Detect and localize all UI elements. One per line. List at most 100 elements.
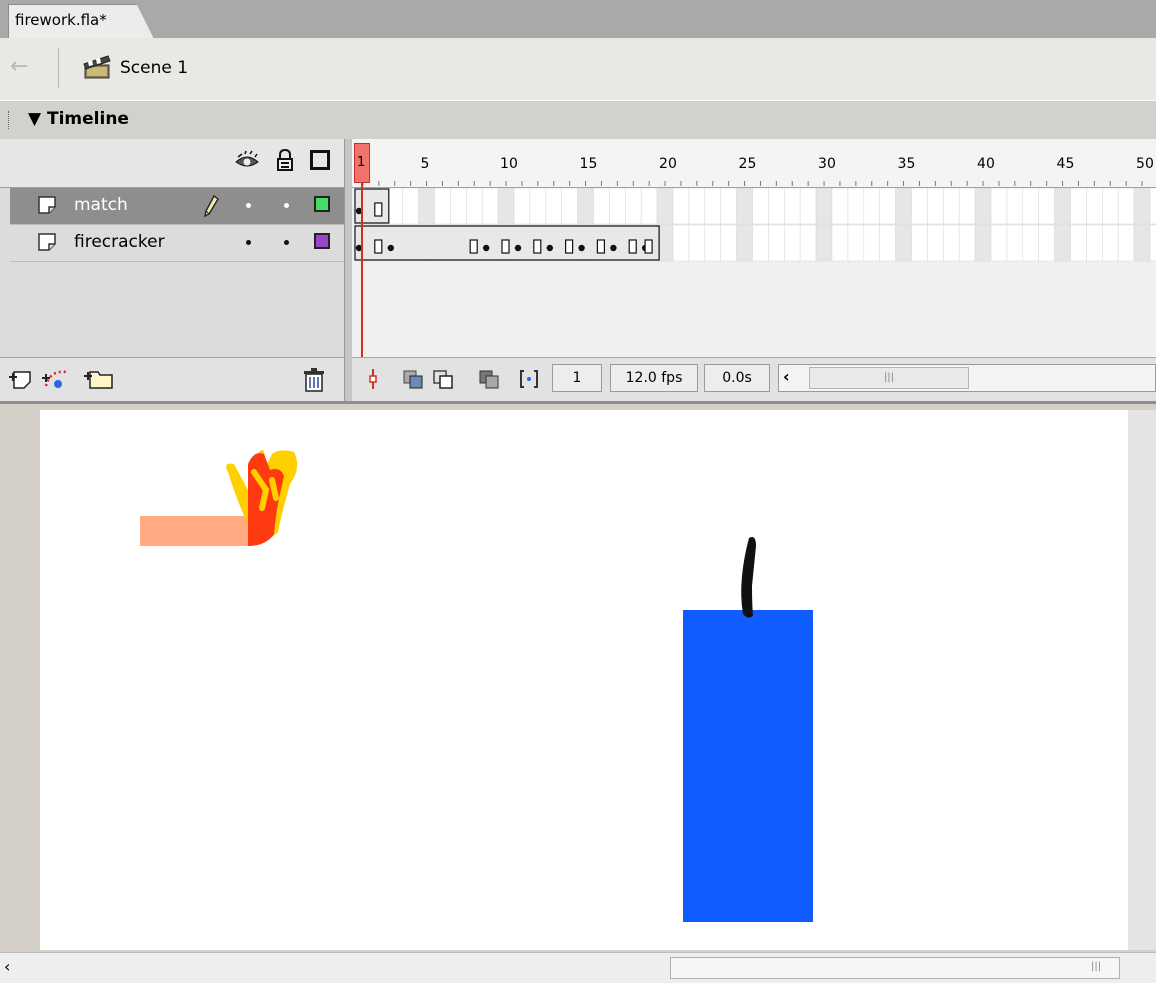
frame-cell[interactable] <box>577 188 594 225</box>
frame-cell[interactable] <box>1054 188 1071 225</box>
outline-color-swatch[interactable] <box>314 196 330 212</box>
frame-cell[interactable] <box>720 224 737 262</box>
frame-cell[interactable] <box>815 188 833 225</box>
frame-cell[interactable] <box>545 188 563 225</box>
frame-cell[interactable] <box>624 188 642 225</box>
frame-cell[interactable] <box>942 188 960 225</box>
frame-cell[interactable] <box>736 188 753 225</box>
frame-cell[interactable] <box>640 188 658 225</box>
frame-cell[interactable] <box>1006 188 1024 225</box>
scene-label[interactable]: Scene 1 <box>120 58 188 78</box>
frame-cell[interactable] <box>879 188 896 225</box>
frame-cell[interactable] <box>752 188 769 225</box>
frame-cell[interactable] <box>783 224 801 262</box>
frame-cell[interactable] <box>1054 224 1071 262</box>
frame-end-marker[interactable] <box>533 239 542 254</box>
frame-cell[interactable] <box>863 188 880 225</box>
frame-cell[interactable] <box>1022 224 1039 262</box>
back-arrow-icon[interactable]: ← <box>10 54 40 80</box>
stage[interactable] <box>40 410 1128 950</box>
frame-cell[interactable] <box>847 188 865 225</box>
lock-dot[interactable] <box>284 203 289 208</box>
frame-cell[interactable] <box>911 188 928 225</box>
playhead[interactable]: 1 <box>354 143 370 183</box>
frame-cell[interactable] <box>402 188 419 225</box>
frame-cell[interactable] <box>974 224 992 262</box>
frame-cell[interactable] <box>783 188 801 225</box>
scroll-left-arrow-icon[interactable]: ‹ <box>4 957 22 977</box>
frame-cell[interactable] <box>466 188 483 225</box>
frame-rate-field[interactable]: 12.0 fps <box>610 364 698 392</box>
scroll-thumb[interactable]: ||| <box>809 367 969 389</box>
frame-end-marker[interactable] <box>596 239 605 254</box>
frame-cell[interactable] <box>593 188 610 225</box>
frame-cell[interactable] <box>720 188 737 225</box>
frame-cell[interactable] <box>1086 224 1103 262</box>
eye-icon[interactable] <box>234 150 260 176</box>
outline-square-icon[interactable] <box>310 150 330 170</box>
keyframe[interactable] <box>578 244 585 252</box>
frame-cell[interactable] <box>831 188 849 225</box>
layer-row-firecracker[interactable]: firecracker <box>10 225 344 262</box>
frame-cell[interactable] <box>990 224 1008 262</box>
frame-end-marker[interactable] <box>374 239 383 254</box>
frame-cell[interactable] <box>450 188 467 225</box>
layer-name[interactable]: match <box>74 195 128 215</box>
panel-grip[interactable] <box>8 111 11 129</box>
outline-color-swatch[interactable] <box>314 233 330 249</box>
frame-cell[interactable] <box>768 188 785 225</box>
frame-cell[interactable] <box>1038 224 1055 262</box>
frame-cell[interactable] <box>672 188 690 225</box>
frame-cell[interactable] <box>481 188 499 225</box>
frame-cell[interactable] <box>1117 188 1135 225</box>
keyframe[interactable] <box>546 244 553 252</box>
frame-end-marker[interactable] <box>644 239 653 254</box>
frame-cell[interactable] <box>974 188 992 225</box>
frame-cell[interactable] <box>752 224 769 262</box>
frame-cell[interactable] <box>609 188 626 225</box>
edit-multiple-frames-icon[interactable] <box>476 366 502 392</box>
frame-cell[interactable] <box>418 188 435 225</box>
visibility-dot[interactable] <box>246 203 251 208</box>
layer-name[interactable]: firecracker <box>74 232 165 252</box>
frame-end-marker[interactable] <box>501 239 510 254</box>
frame-cell[interactable] <box>529 188 547 225</box>
keyframe[interactable] <box>387 244 394 252</box>
frame-cell[interactable] <box>688 188 706 225</box>
timeline-hscroll[interactable]: ‹ ||| <box>778 364 1156 392</box>
document-tab[interactable]: firework.fla* <box>8 4 154 39</box>
frame-cell[interactable] <box>434 188 451 225</box>
frame-cell[interactable] <box>1149 188 1156 225</box>
frame-cell[interactable] <box>799 224 817 262</box>
trash-icon[interactable] <box>302 367 326 397</box>
lock-icon[interactable] <box>276 148 294 176</box>
frame-cell[interactable] <box>688 224 706 262</box>
frame-cell[interactable] <box>895 224 912 262</box>
stage-vscroll[interactable] <box>1128 410 1156 950</box>
frame-cell[interactable] <box>1117 224 1135 262</box>
frame-cell[interactable] <box>911 224 928 262</box>
onion-skin-outlines-icon[interactable] <box>430 366 456 392</box>
frame-cell[interactable] <box>672 224 690 262</box>
frame-cell[interactable] <box>1022 188 1039 225</box>
onion-skin-icon[interactable] <box>400 366 426 392</box>
frame-cell[interactable] <box>847 224 865 262</box>
frame-cell[interactable] <box>799 188 817 225</box>
keyframe[interactable] <box>483 244 490 252</box>
frame-cell[interactable] <box>815 224 833 262</box>
frame-cell[interactable] <box>1101 224 1119 262</box>
frame-cell[interactable] <box>879 224 896 262</box>
frame-cell[interactable] <box>1149 224 1156 262</box>
scroll-left-arrow-icon[interactable]: ‹ <box>783 367 790 386</box>
collapse-triangle-icon[interactable]: ▼ <box>28 109 41 129</box>
layer-row-match[interactable]: match <box>10 188 344 225</box>
frame-end-marker[interactable] <box>469 239 478 254</box>
frame-cell[interactable] <box>1086 188 1103 225</box>
visibility-dot[interactable] <box>246 240 251 245</box>
frame-cell[interactable] <box>1101 188 1119 225</box>
insert-layer-icon[interactable] <box>8 368 36 394</box>
frame-cell[interactable] <box>561 188 578 225</box>
frame-cell[interactable] <box>958 188 976 225</box>
frame-cell[interactable] <box>831 224 849 262</box>
modify-onion-markers-icon[interactable] <box>516 366 542 392</box>
